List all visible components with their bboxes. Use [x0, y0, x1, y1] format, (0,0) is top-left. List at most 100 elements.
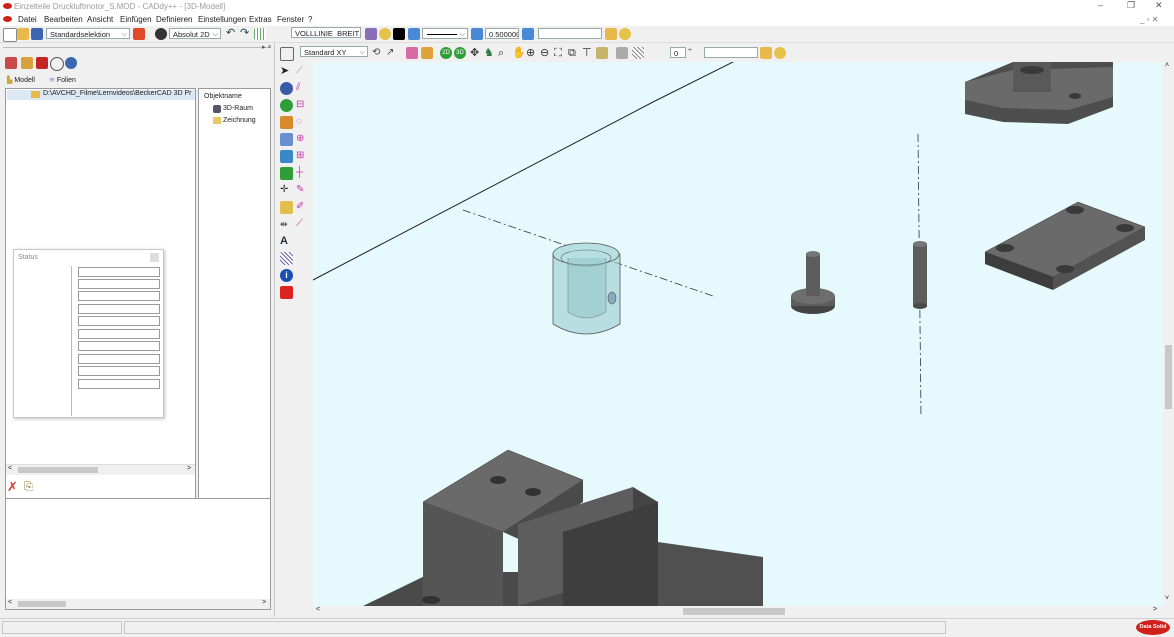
center-circle-icon[interactable]: ⊕ [296, 133, 309, 146]
zoom-icon[interactable]: ⌕ [498, 47, 510, 59]
line-style-select[interactable]: ⌵ [422, 28, 468, 39]
panel-close-icon[interactable]: ▸ × [262, 43, 272, 51]
viewport-hscroll[interactable]: < > [313, 606, 1163, 617]
object-3d-raum[interactable]: 3D-Raum [223, 105, 253, 112]
color-select-icon[interactable] [133, 28, 145, 40]
layer-width-icon[interactable] [522, 28, 534, 40]
open-folder-icon[interactable] [17, 28, 29, 40]
mdi-controls[interactable]: _ ▫ ✕ [1140, 15, 1158, 24]
zoom-window-icon[interactable]: ⧉ [568, 47, 580, 59]
tab-folien[interactable]: ≋ Folien [49, 76, 76, 86]
info-icon[interactable]: i [280, 269, 293, 282]
pen-icon[interactable] [406, 47, 418, 59]
render-icon[interactable] [596, 47, 608, 59]
pointer-icon[interactable]: ➤ [280, 65, 293, 78]
view-select[interactable]: Standard XY ⌵ [300, 46, 368, 57]
rect-tool-icon[interactable]: ⊟ [296, 99, 309, 112]
menu-ansicht[interactable]: Ansicht [87, 15, 113, 24]
hatch-icon[interactable] [632, 47, 644, 59]
walk-icon[interactable]: ♞ [484, 47, 496, 59]
line-width-icon[interactable] [471, 28, 483, 40]
pin-with-flange-part[interactable] [791, 251, 835, 314]
scroll-right-icon[interactable]: > [262, 599, 266, 606]
layer-tool-icon[interactable] [21, 57, 33, 69]
button-3d[interactable]: 3D [454, 47, 466, 59]
globe-icon[interactable] [280, 99, 293, 112]
scroll-thumb[interactable] [18, 467, 98, 473]
tree-hscroll[interactable]: < > [6, 464, 195, 475]
dimension-icon[interactable]: ⇹ [280, 218, 293, 231]
sphere-icon[interactable] [280, 82, 293, 95]
scroll-right-icon[interactable]: > [187, 465, 191, 472]
crosshair-icon[interactable]: ✛ [280, 184, 293, 197]
bracket-part[interactable] [363, 449, 763, 606]
new-file-icon[interactable] [3, 28, 17, 42]
zoom-out-icon[interactable]: ⊖ [540, 47, 552, 59]
zoom-all-icon[interactable]: ⛶ [554, 47, 566, 59]
axis-icon[interactable]: ┼ [296, 167, 309, 180]
bulb-icon[interactable] [379, 28, 391, 40]
orbit-tool-icon[interactable] [50, 57, 64, 71]
menu-einstellungen[interactable]: Einstellungen [198, 15, 246, 24]
layer-number-input[interactable]: 0 [670, 47, 686, 58]
line-type-input[interactable]: VOLLLINIE_BREIT [291, 27, 361, 38]
brush-icon[interactable]: ⎘ [24, 481, 36, 493]
menu-datei[interactable]: Datei [18, 15, 37, 24]
properties-tool-icon[interactable] [65, 57, 77, 69]
close-button[interactable]: ✕ [1155, 0, 1163, 11]
delete-x-icon[interactable]: ✗ [7, 480, 19, 493]
viewport-vscroll[interactable]: ˄ ˅ [1163, 62, 1174, 606]
scroll-thumb[interactable] [1165, 345, 1172, 409]
object-zeichnung[interactable]: Zeichnung [223, 117, 256, 124]
3d-viewport[interactable] [313, 62, 1163, 606]
scroll-thumb[interactable] [18, 601, 66, 607]
green-pen-icon[interactable] [280, 167, 293, 180]
view-cube-icon[interactable] [280, 47, 294, 61]
select-arrow-icon[interactable]: ↗ [386, 47, 398, 59]
folder-settings-icon[interactable] [605, 28, 617, 40]
mirror-icon[interactable] [280, 150, 293, 163]
menu-einfuegen[interactable]: Einfügen [120, 15, 152, 24]
edit-icon[interactable] [280, 116, 293, 129]
light-icon[interactable] [619, 28, 631, 40]
grid-icon[interactable] [254, 28, 266, 40]
scroll-left-icon[interactable]: < [316, 606, 320, 613]
menu-definieren[interactable]: Definieren [156, 15, 192, 24]
fillet-icon[interactable]: ✎ [296, 184, 309, 197]
button-2d[interactable]: 2D [440, 47, 452, 59]
scroll-left-icon[interactable]: < [8, 465, 12, 472]
menu-help[interactable]: ? [308, 15, 312, 24]
color-field-input[interactable] [538, 28, 602, 39]
plate-part[interactable] [984, 201, 1146, 290]
diagonal-icon[interactable]: ⟋ [296, 218, 309, 231]
coord-mode-select[interactable]: Absolut 2D ⌵ [169, 28, 221, 39]
restore-button[interactable]: ❐ [1127, 0, 1135, 11]
selection-mode-select[interactable]: Standardselektion ⌵ [46, 28, 130, 39]
eraser-icon[interactable] [280, 286, 293, 299]
pan-hand-icon[interactable]: ✋ [512, 47, 526, 59]
output-hscroll[interactable]: < > [6, 599, 270, 609]
minimize-button[interactable]: – [1098, 0, 1103, 10]
scroll-thumb[interactable] [683, 608, 785, 615]
layer-icon[interactable] [365, 28, 377, 40]
redo-icon[interactable]: ↷ [240, 26, 249, 39]
orbit-icon[interactable]: ✥ [470, 47, 482, 59]
scroll-right-icon[interactable]: > [1153, 606, 1157, 613]
transform-icon[interactable] [280, 133, 293, 146]
bulb-light-icon[interactable] [774, 47, 786, 59]
scroll-up-icon[interactable]: ˄ [1165, 62, 1169, 69]
menu-extras[interactable]: Extras [249, 15, 272, 24]
polyline-icon[interactable]: ⫽ [296, 82, 309, 95]
plane-icon[interactable]: ⊤ [582, 47, 594, 59]
text-tool-icon[interactable]: A [280, 235, 293, 248]
gear-part[interactable] [965, 62, 1113, 124]
grid-circle-icon[interactable]: ⊞ [296, 150, 309, 163]
glass-cylinder-part[interactable] [552, 242, 621, 335]
delete-tool-icon[interactable] [36, 57, 48, 69]
line-style-icon[interactable] [408, 28, 420, 40]
measure-icon[interactable] [280, 201, 293, 214]
color-black-swatch[interactable] [393, 28, 405, 40]
menu-fenster[interactable]: Fenster [277, 15, 304, 24]
tab-modell[interactable]: ▙ Modell [7, 76, 35, 86]
status-close-button[interactable] [150, 253, 159, 262]
